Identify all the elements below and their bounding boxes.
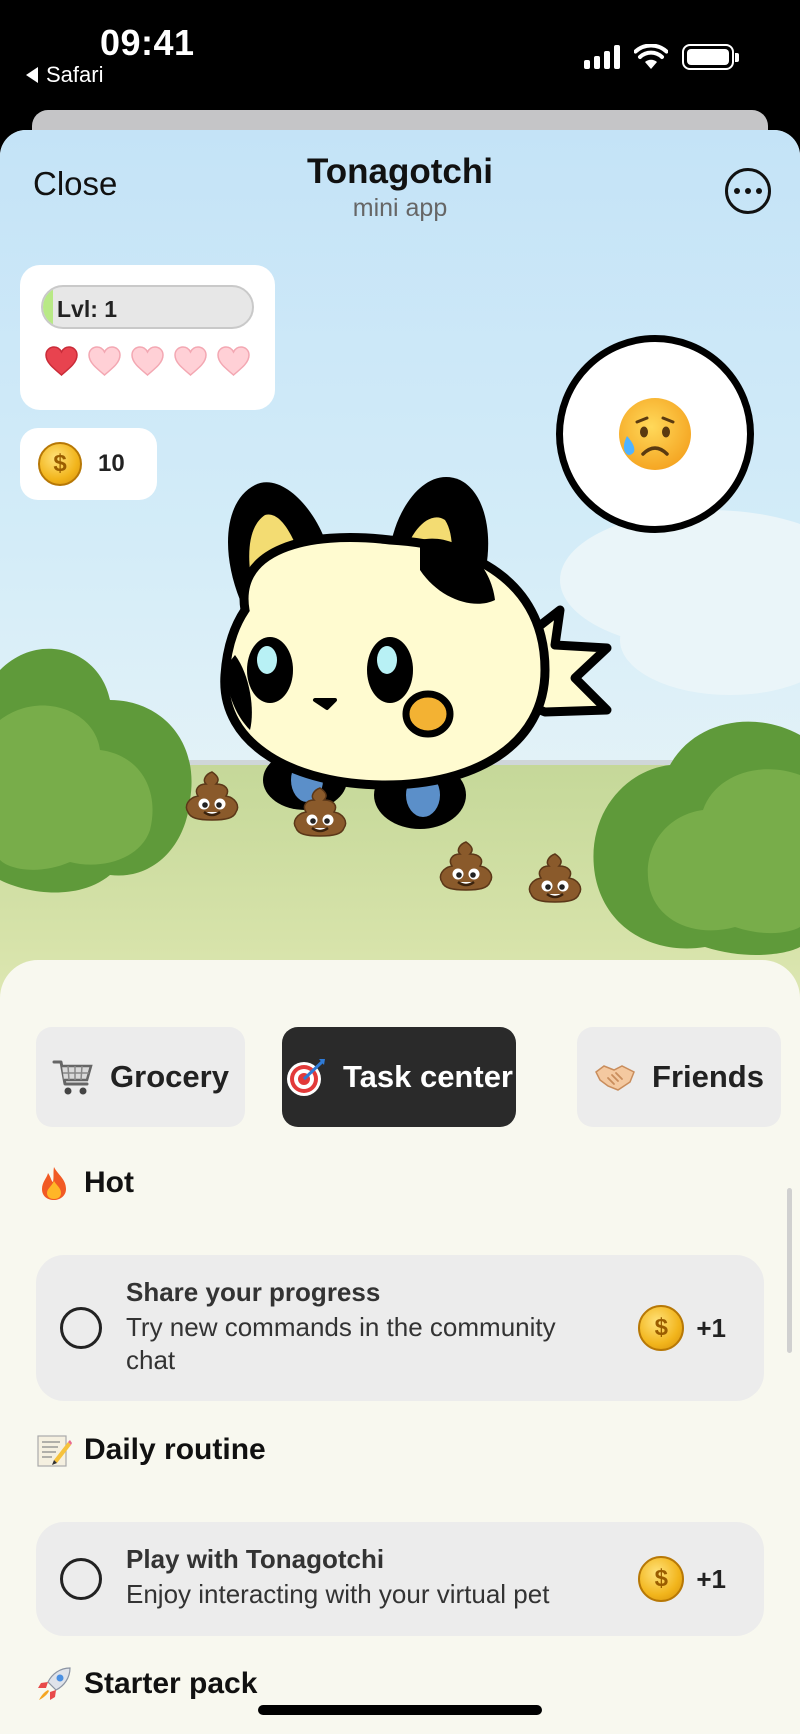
section-title-text: Daily routine xyxy=(84,1433,266,1466)
task-description: Try new commands in the community chat xyxy=(126,1312,556,1375)
poop-icon[interactable] xyxy=(438,840,494,892)
level-card: Lvl: 1 xyxy=(20,265,275,410)
tab-label: Task center xyxy=(342,1059,513,1094)
heart-empty-icon xyxy=(174,346,207,376)
memo-icon xyxy=(37,1435,72,1467)
back-label: Safari xyxy=(46,62,104,87)
task-description: Enjoy interacting with your virtual pet xyxy=(126,1579,550,1609)
level-progress-bar: Lvl: 1 xyxy=(41,285,254,329)
battery-icon xyxy=(682,44,739,70)
cellular-signal-icon xyxy=(584,45,620,69)
section-title-starter-pack: Starter pack xyxy=(36,1666,257,1702)
tab-grocery[interactable]: Grocery xyxy=(36,1027,245,1127)
handshake-icon xyxy=(595,1065,635,1091)
task-title: Share your progress xyxy=(126,1277,381,1307)
dart-target-icon xyxy=(286,1059,325,1096)
dot xyxy=(734,188,740,194)
home-indicator[interactable] xyxy=(258,1705,542,1715)
back-to-safari-link[interactable]: Safari xyxy=(26,62,103,88)
tab-label: Grocery xyxy=(110,1059,229,1094)
section-title-text: Hot xyxy=(84,1166,134,1199)
coin-icon: $ xyxy=(38,442,82,486)
heart-empty-icon xyxy=(217,346,250,376)
dot xyxy=(756,188,762,194)
status-time: 09:41 xyxy=(100,22,195,63)
task-card[interactable]: Share your progress Try new commands in … xyxy=(36,1255,764,1401)
wifi-icon xyxy=(634,44,668,69)
task-checkbox[interactable] xyxy=(60,1307,102,1349)
task-panel: Grocery Task center Friends Hot Share yo… xyxy=(0,960,800,1734)
status-bar: 09:41 Safari xyxy=(0,0,800,110)
tab-friends[interactable]: Friends xyxy=(577,1027,781,1127)
task-reward: $ +1 xyxy=(638,1305,726,1351)
app-title: Tonagotchi xyxy=(307,152,493,191)
coin-balance: 10 xyxy=(98,450,125,477)
task-reward: $ +1 xyxy=(638,1556,726,1602)
title-block: Tonagotchi mini app xyxy=(200,152,600,223)
tab-bar: Grocery Task center Friends xyxy=(36,1027,796,1127)
reward-amount: +1 xyxy=(696,1563,726,1594)
heart-empty-icon xyxy=(131,346,164,376)
heart-filled-icon xyxy=(45,346,78,376)
level-progress-fill xyxy=(43,287,54,327)
poop-icon[interactable] xyxy=(292,786,348,838)
dot xyxy=(745,188,751,194)
reward-amount: +1 xyxy=(696,1312,726,1343)
poop-icon[interactable] xyxy=(184,770,240,822)
level-label: Lvl: 1 xyxy=(57,296,118,322)
scrollbar[interactable] xyxy=(787,1188,792,1353)
back-arrow-icon xyxy=(26,67,38,83)
app-subtitle: mini app xyxy=(352,194,448,222)
coin-icon: $ xyxy=(638,1305,685,1351)
coin-icon: $ xyxy=(638,1556,685,1602)
task-card[interactable]: Play with Tonagotchi Enjoy interacting w… xyxy=(36,1522,764,1636)
tab-label: Friends xyxy=(652,1059,764,1094)
shopping-cart-icon xyxy=(52,1060,93,1095)
poop-icon[interactable] xyxy=(527,852,583,904)
status-icons xyxy=(584,44,739,70)
mini-app-sheet: Close Tonagotchi mini app Lvl: 1 $ 10 Gr… xyxy=(0,130,800,1734)
section-title-text: Starter pack xyxy=(84,1667,258,1700)
rocket-icon xyxy=(38,1667,71,1700)
heart-empty-icon xyxy=(88,346,121,376)
task-checkbox[interactable] xyxy=(60,1558,102,1600)
more-options-button[interactable] xyxy=(725,168,771,214)
task-title: Play with Tonagotchi xyxy=(126,1544,385,1574)
tonagotchi-pet[interactable] xyxy=(215,440,655,840)
hearts-row xyxy=(44,345,251,377)
section-title-daily-routine: Daily routine xyxy=(36,1432,266,1468)
left-bush xyxy=(0,648,192,893)
close-button[interactable]: Close xyxy=(33,165,117,203)
section-title-hot: Hot xyxy=(36,1165,134,1201)
coin-balance-card: $ 10 xyxy=(20,428,157,500)
tab-task-center[interactable]: Task center xyxy=(282,1027,516,1127)
fire-icon xyxy=(42,1167,66,1200)
